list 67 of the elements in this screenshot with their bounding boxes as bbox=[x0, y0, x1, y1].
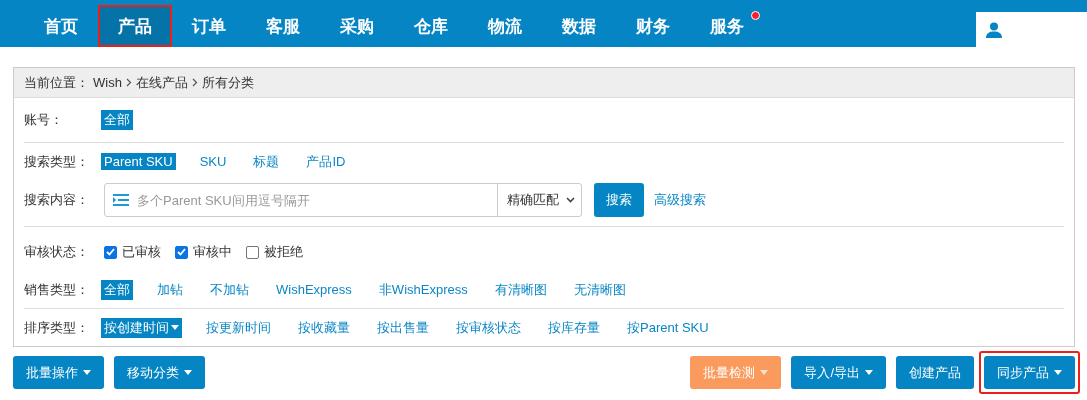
action-button[interactable]: 批量检测 bbox=[690, 356, 782, 389]
caret-icon bbox=[184, 370, 192, 375]
advanced-search-link[interactable]: 高级搜索 bbox=[654, 191, 706, 209]
filter-option[interactable]: 按出售量 bbox=[374, 317, 432, 338]
filter-label: 账号： bbox=[24, 111, 64, 129]
filter-option[interactable]: 不加钻 bbox=[207, 279, 252, 300]
nav-tab[interactable]: 服务 bbox=[690, 5, 764, 47]
nav-tab[interactable]: 客服 bbox=[246, 5, 320, 47]
checkbox-label: 审核中 bbox=[193, 243, 232, 261]
nav-tab[interactable]: 订单 bbox=[172, 5, 246, 47]
caret-icon bbox=[171, 325, 179, 330]
action-button[interactable]: 同步产品 bbox=[984, 356, 1075, 389]
caret-icon bbox=[1054, 370, 1062, 375]
filter-option[interactable]: 按库存量 bbox=[545, 317, 603, 338]
action-button[interactable]: 导入/导出 bbox=[791, 356, 886, 389]
filter-label: 审核状态： bbox=[24, 243, 90, 261]
filter-option[interactable]: 按审核状态 bbox=[453, 317, 524, 338]
user-menu[interactable] bbox=[976, 12, 1087, 47]
checkbox[interactable] bbox=[246, 245, 259, 259]
nav-tab[interactable]: 财务 bbox=[616, 5, 690, 47]
breadcrumb-item[interactable]: 在线产品 bbox=[135, 73, 188, 92]
filter-option[interactable]: 加钻 bbox=[154, 279, 186, 300]
filter-label: 排序类型： bbox=[24, 318, 90, 337]
filter-option[interactable]: Parent SKU bbox=[101, 153, 176, 170]
filter-label: 销售类型： bbox=[24, 280, 90, 299]
checkbox-label: 已审核 bbox=[122, 243, 161, 261]
filter-option[interactable]: 非WishExpress bbox=[375, 279, 471, 300]
chevron-icon bbox=[191, 78, 198, 87]
filter-option[interactable]: SKU bbox=[196, 153, 230, 170]
nav-tab[interactable]: 数据 bbox=[542, 5, 616, 47]
checkbox-label: 被拒绝 bbox=[264, 243, 303, 261]
filter-option[interactable]: 按Parent SKU bbox=[624, 317, 712, 338]
checkbox[interactable] bbox=[175, 245, 188, 259]
list-icon bbox=[113, 194, 129, 206]
filter-option[interactable]: 标题 bbox=[250, 151, 283, 172]
filter-label: 搜索内容： bbox=[24, 191, 90, 209]
filter-option[interactable]: 按收藏量 bbox=[295, 317, 353, 338]
filter-option[interactable]: 有清晰图 bbox=[491, 279, 550, 300]
nav-tab[interactable]: 产品 bbox=[98, 5, 172, 47]
caret-icon bbox=[760, 370, 769, 375]
filter-option[interactable]: 全部 bbox=[101, 279, 133, 300]
nav-tab[interactable]: 物流 bbox=[468, 5, 542, 47]
match-select[interactable]: 精确匹配 bbox=[497, 184, 581, 216]
caret-icon bbox=[865, 370, 873, 375]
filter-option[interactable]: 按更新时间 bbox=[203, 317, 274, 338]
action-button[interactable]: 批量操作 bbox=[13, 356, 104, 389]
caret-icon bbox=[83, 370, 91, 375]
filter-option[interactable]: WishExpress bbox=[273, 281, 355, 298]
filter-option[interactable]: 产品ID bbox=[303, 151, 349, 172]
search-button[interactable]: 搜索 bbox=[594, 183, 644, 217]
filter-option[interactable]: 按创建时间 bbox=[101, 317, 182, 338]
checkbox[interactable] bbox=[104, 245, 117, 259]
breadcrumb-item[interactable]: Wish bbox=[93, 75, 122, 90]
user-icon bbox=[986, 21, 1002, 38]
breadcrumb-item[interactable]: 所有分类 bbox=[201, 73, 254, 92]
breadcrumb-label: 当前位置： bbox=[24, 73, 89, 92]
chevron-icon bbox=[125, 78, 132, 87]
nav-tab[interactable]: 仓库 bbox=[394, 5, 468, 47]
nav-tab[interactable]: 采购 bbox=[320, 5, 394, 47]
action-button[interactable]: 创建产品 bbox=[896, 356, 974, 389]
chevron-icon bbox=[566, 197, 575, 203]
nav-tab[interactable]: 首页 bbox=[24, 5, 98, 47]
search-field[interactable]: 多个Parent SKU间用逗号隔开 精确匹配 bbox=[104, 183, 582, 217]
filter-option[interactable]: 全部 bbox=[101, 110, 133, 130]
action-button[interactable]: 移动分类 bbox=[114, 356, 205, 389]
filter-label: 搜索类型： bbox=[24, 152, 90, 171]
filter-option[interactable]: 无清晰图 bbox=[570, 279, 629, 300]
